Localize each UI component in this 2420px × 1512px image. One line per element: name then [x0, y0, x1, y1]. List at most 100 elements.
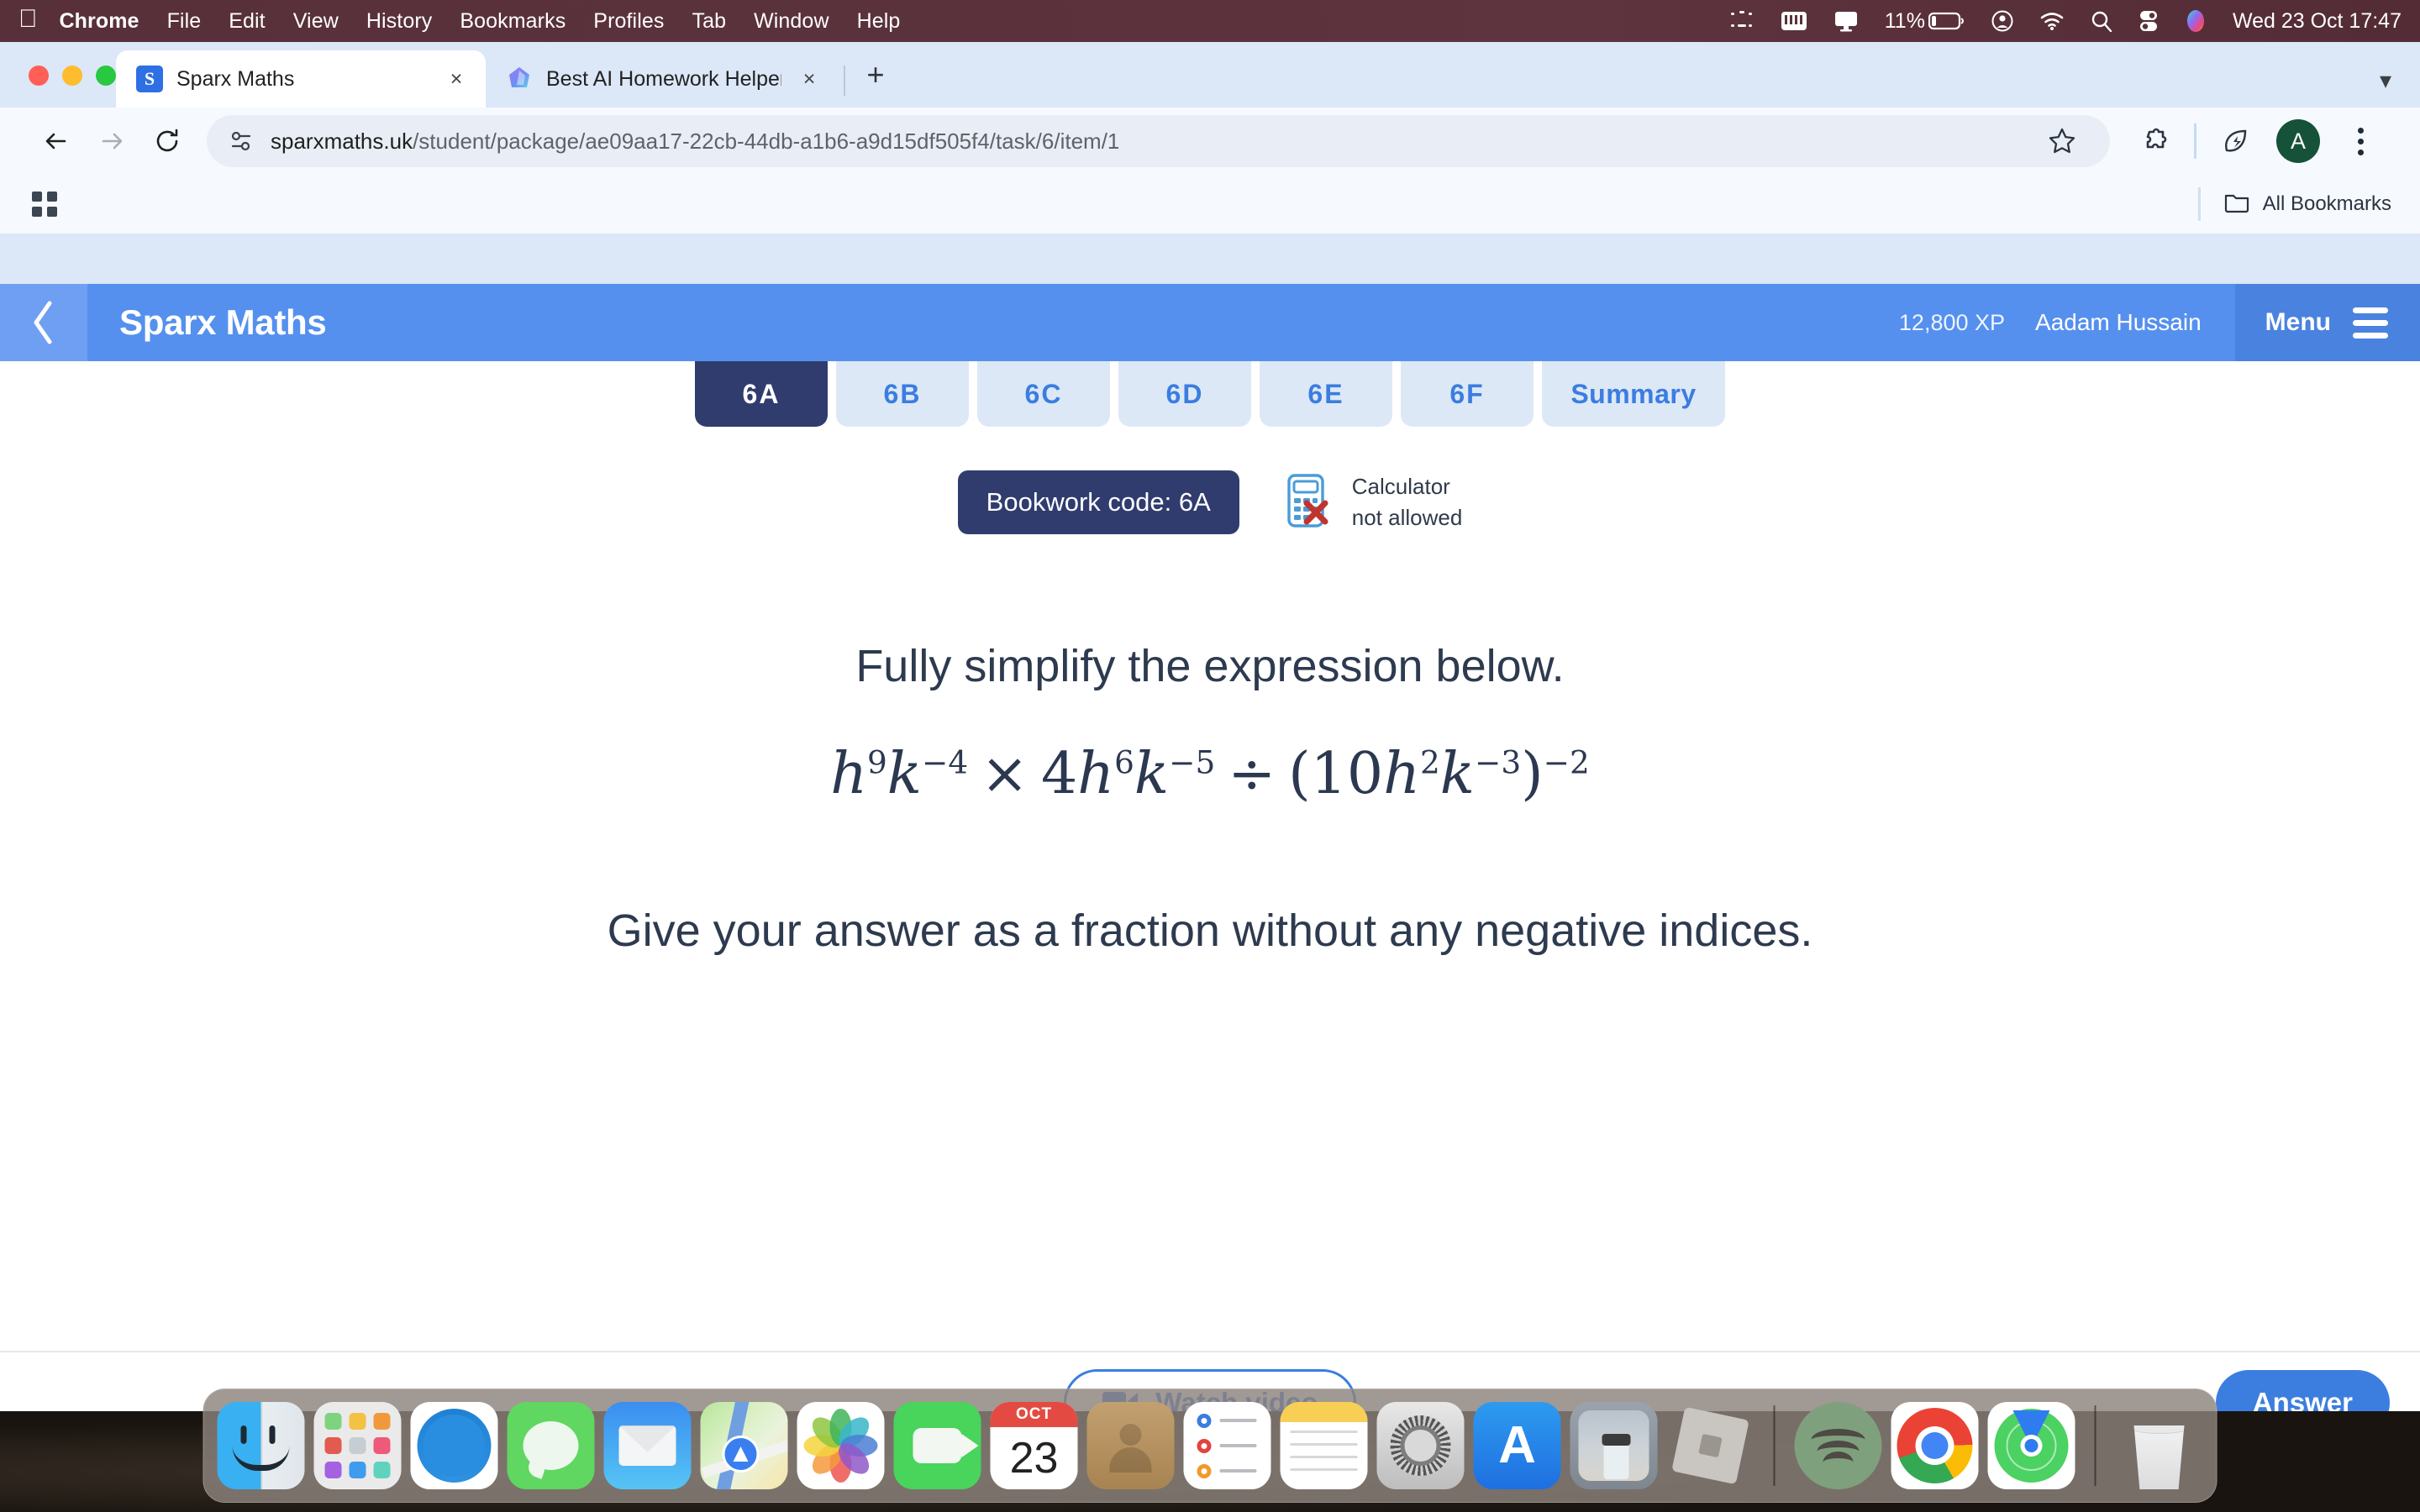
wifi-icon[interactable]	[2039, 11, 2065, 31]
tab-6d[interactable]: 6D	[1118, 361, 1251, 427]
dock-item-maps[interactable]	[700, 1402, 788, 1489]
tab-6a[interactable]: 6A	[695, 361, 828, 427]
chrome-browser-window: S Sparx Maths × Best AI Homework Helper …	[0, 42, 2420, 1453]
expr-term-4: k−5	[1134, 741, 1216, 807]
puzzle-piece-icon[interactable]	[2123, 112, 2186, 171]
question-prompt: Fully simplify the expression below.	[855, 641, 1565, 691]
dock-item-system-settings[interactable]	[1376, 1402, 1465, 1489]
menu-item-chrome[interactable]: Chrome	[60, 9, 139, 34]
battery-status[interactable]: 11%	[1885, 9, 1965, 34]
dock-item-reminders[interactable]	[1183, 1402, 1271, 1489]
forward-arrow-icon[interactable]	[84, 113, 139, 169]
siri-icon[interactable]	[2185, 9, 2207, 33]
maximize-window-button[interactable]	[96, 66, 116, 86]
menu-item-help[interactable]: Help	[857, 9, 901, 34]
dock-separator	[1773, 1405, 1776, 1486]
keyboard-icon[interactable]	[1781, 11, 1807, 31]
app-store-glyph: A	[1498, 1416, 1536, 1474]
url-path: /student/package/ae09aa17-22cb-44db-a1b6…	[413, 128, 1120, 154]
site-settings-icon[interactable]	[229, 129, 254, 154]
minimize-window-button[interactable]	[62, 66, 82, 86]
calendar-day-label: 23	[1009, 1434, 1059, 1483]
dock-item-mail[interactable]	[603, 1402, 692, 1489]
calculator-not-allowed-icon	[1286, 473, 1334, 533]
toolbar-right-actions: A	[2110, 112, 2391, 171]
dock-item-facetime[interactable]	[893, 1402, 981, 1489]
answer-instruction: Give your answer as a fraction without a…	[607, 906, 1813, 956]
all-bookmarks-entry[interactable]: All Bookmarks	[2197, 187, 2391, 221]
menu-button[interactable]: Menu	[2234, 284, 2420, 361]
energy-saver-leaf-icon[interactable]	[2205, 112, 2267, 171]
menu-item-tab[interactable]: Tab	[692, 9, 726, 34]
dock-item-contacts[interactable]	[1086, 1402, 1175, 1489]
dock-item-launchpad[interactable]	[313, 1402, 402, 1489]
star-icon[interactable]	[2033, 115, 2091, 167]
expr-close-paren: )−2	[1521, 741, 1590, 807]
dock-item-trash[interactable]	[2116, 1402, 2203, 1489]
expr-term-2: k−4	[886, 741, 969, 807]
address-bar[interactable]: sparxmaths.uk/student/package/ae09aa17-2…	[207, 115, 2110, 167]
dock-item-notes[interactable]	[1280, 1402, 1368, 1489]
tab-6f[interactable]: 6F	[1401, 361, 1534, 427]
three-dot-menu-icon[interactable]	[2329, 112, 2391, 171]
menu-item-profiles[interactable]: Profiles	[593, 9, 664, 34]
close-tab-button[interactable]: ×	[442, 67, 471, 92]
sparx-logo[interactable]: Sparx Maths	[119, 302, 327, 343]
tab-title: Best AI Homework Helper & H	[546, 66, 781, 91]
calculator-not-allowed-notice: Calculator not allowed	[1286, 471, 1463, 533]
menu-item-edit[interactable]: Edit	[229, 9, 265, 34]
calculator-notice-line1: Calculator	[1351, 474, 1450, 500]
browser-tab-sparx-maths[interactable]: S Sparx Maths ×	[116, 50, 486, 108]
back-arrow-icon[interactable]	[29, 113, 84, 169]
dock-item-find-my[interactable]	[1987, 1402, 2075, 1489]
toolbar-divider	[2194, 123, 2196, 159]
apple-logo-icon[interactable]: 	[18, 7, 38, 32]
bookwork-row: Bookwork code: 6A Calculator not allowed	[0, 470, 2420, 534]
dock-item-chrome[interactable]	[1891, 1402, 1979, 1489]
menu-item-history[interactable]: History	[366, 9, 432, 34]
menu-item-window[interactable]: Window	[754, 9, 829, 34]
menu-item-view[interactable]: View	[293, 9, 339, 34]
chevron-left-icon[interactable]	[0, 284, 87, 361]
macos-menu-bar:  Chrome File Edit View History Bookmark…	[0, 0, 2420, 42]
menu-item-file[interactable]: File	[167, 9, 202, 34]
tab-6b[interactable]: 6B	[836, 361, 969, 427]
tab-separator	[844, 66, 845, 96]
dotted-rect-icon[interactable]	[1729, 10, 1754, 32]
dock-item-calendar[interactable]: OCT 23	[990, 1402, 1078, 1489]
dock-separator-trash	[2094, 1405, 2096, 1486]
dock-item-finder[interactable]	[217, 1402, 305, 1489]
close-tab-button[interactable]: ×	[795, 67, 823, 92]
calculator-notice-line2: not allowed	[1351, 505, 1463, 530]
dock-item-photos[interactable]	[797, 1402, 885, 1489]
new-tab-button[interactable]: +	[850, 57, 901, 108]
battery-icon	[1928, 12, 1964, 30]
dock-item-safari[interactable]	[410, 1402, 498, 1489]
control-center-user-icon[interactable]	[1991, 10, 2013, 32]
dock-item-messages[interactable]	[507, 1402, 595, 1489]
expr-open-paren: (	[1288, 741, 1311, 807]
display-icon[interactable]	[1833, 10, 1859, 32]
spotlight-search-icon[interactable]	[2091, 10, 2112, 32]
menubar-clock[interactable]: Wed 23 Oct 17:47	[2233, 9, 2402, 34]
avatar[interactable]: A	[2267, 112, 2329, 171]
browser-tab-ai-homework-helper[interactable]: Best AI Homework Helper & H ×	[486, 50, 839, 108]
tab-6e[interactable]: 6E	[1260, 361, 1392, 427]
dock-item-freeform[interactable]	[1570, 1402, 1658, 1489]
expr-term-1: h9	[830, 741, 887, 807]
dock-item-spotify[interactable]	[1794, 1402, 1882, 1489]
dock-item-roblox[interactable]	[1667, 1402, 1754, 1489]
tab-6c[interactable]: 6C	[977, 361, 1110, 427]
bookwork-code-badge: Bookwork code: 6A	[957, 470, 1239, 534]
apps-grid-icon[interactable]	[32, 192, 57, 217]
dock-item-app-store[interactable]: A	[1473, 1402, 1561, 1489]
url-text: sparxmaths.uk/student/package/ae09aa17-2…	[271, 129, 1119, 155]
tab-summary[interactable]: Summary	[1542, 361, 1725, 427]
menu-button-label: Menu	[2265, 308, 2331, 336]
chevron-down-icon[interactable]: ▾	[2380, 66, 2391, 94]
question-block: Fully simplify the expression below. h9k…	[0, 640, 2420, 962]
control-center-icon[interactable]	[2139, 10, 2159, 32]
menu-item-bookmarks[interactable]: Bookmarks	[460, 9, 566, 34]
close-window-button[interactable]	[29, 66, 49, 86]
reload-icon[interactable]	[139, 113, 195, 169]
